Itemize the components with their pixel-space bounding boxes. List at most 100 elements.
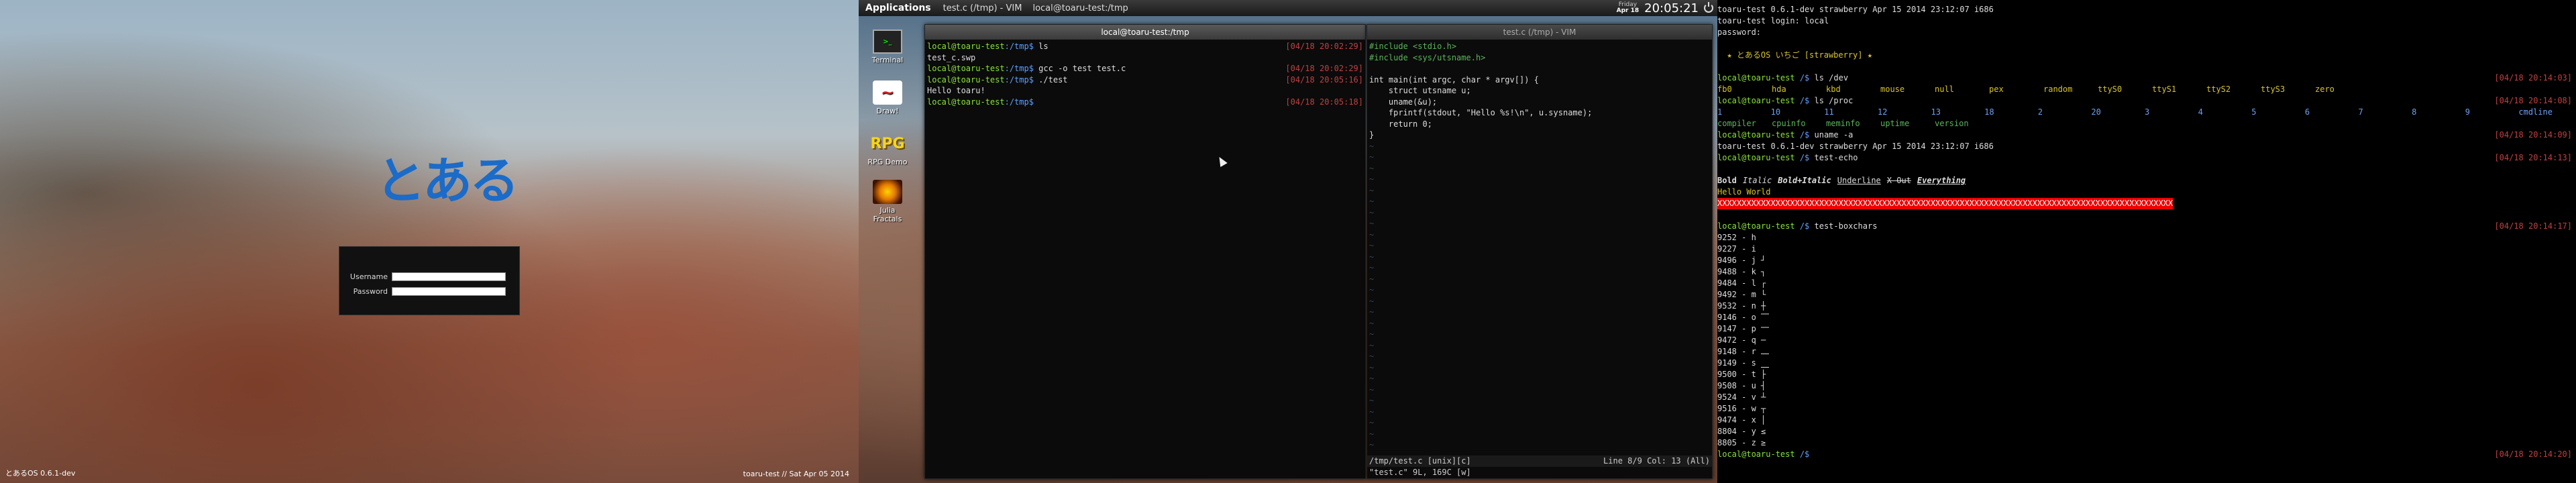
draw-icon: ~ [873,80,902,105]
password-input[interactable] [392,286,506,296]
vim-tilde: ~ [1369,407,1375,417]
styled-text: Everything [1917,176,1966,185]
desktop-icon-julia[interactable]: Julia Fractals [867,180,908,223]
console-line: compiler cpuinfo meminfo uptime version [1717,118,2576,129]
vim-line-text: fprintf(stdout, "Hello %s!\n", u.sysname… [1369,108,1593,117]
taskbar-item-terminal[interactable]: local@toaru-test:/tmp [1027,3,1133,13]
applications-menu-button[interactable]: Applications [859,0,938,16]
vim-line [1369,63,1710,74]
desktop-icon-rpg[interactable]: RPG RPG Demo [867,131,908,167]
serial-console[interactable]: toaru-test 0.6.1-dev strawberry Apr 15 2… [1717,0,2576,483]
console-entry: random [2043,85,2073,94]
terminal-line-text: test_c.swp [927,52,975,64]
console-entry: kbd [1826,85,1841,94]
console-entry: pex [1989,85,2004,94]
power-icon[interactable] [1704,2,1713,13]
console-prompt: local@toaru-test /$ test-boxchars [1717,221,1877,232]
desktop-icon-draw[interactable]: ~ Draw! [867,80,908,115]
terminal-line-text: local@toaru-test:/tmp$ ./test [927,74,1068,86]
terminal-titlebar[interactable]: local@toaru-test:/tmp [925,25,1365,40]
taskbar-item-vim[interactable]: test.c (/tmp) - VIM [938,3,1028,13]
console-line: 9500 - t ├ [1717,369,2576,380]
vim-empty-line: ~ [1369,329,1710,340]
username-input[interactable] [392,272,506,281]
toaru-logo: とある [376,152,519,210]
prompt-path: /$ [1794,221,1810,231]
fractal-icon [873,180,902,204]
console-entry: 6 [2304,107,2310,117]
vim-empty-line: ~ [1369,439,1710,451]
terminal-window[interactable]: local@toaru-test:/tmp local@toaru-test:/… [924,24,1366,479]
console-prompt: local@toaru-test /$ uname -a [1717,129,1853,141]
console-entry: fb0 [1717,85,1732,94]
console-line: XXXXXXXXXXXXXXXXXXXXXXXXXXXXXXXXXXXXXXXX… [1717,198,2576,209]
vim-statusline: /tmp/test.c [unix][c] Line 8/9 Col: 13 (… [1367,455,1712,467]
console-entry: cmdline [2518,107,2553,117]
console-output: toaru-test 0.6.1-dev strawberry Apr 15 2… [1717,142,1994,151]
console-entry: ttyS2 [2206,85,2231,94]
boxchar-entry: 9147 - p ⎻ [1717,324,1770,333]
desktop: Applications test.c (/tmp) - VIM local@t… [859,0,1717,483]
vim-buffer[interactable]: #include <stdio.h> #include <sys/utsname.… [1367,40,1712,455]
vim-tilde: ~ [1369,418,1375,427]
vim-line-text: } [1369,130,1375,140]
vim-line: } [1369,129,1710,141]
boxchar-entry: 9508 - u ┤ [1717,381,1766,390]
console-entry: meminfo [1826,119,1860,128]
boxchar-entry: 9532 - n ┼ [1717,301,1766,311]
vim-tilde: ~ [1369,352,1375,361]
vim-tilde: ~ [1369,241,1375,250]
vim-empty-line: ~ [1369,395,1710,407]
vim-empty-line: ~ [1369,307,1710,318]
console-entry: 5 [2251,107,2257,117]
vim-line: return 0; [1369,119,1710,130]
console-prompt: local@toaru-test /$ ls /proc [1717,95,1853,107]
boxchar-entry: 9488 - k ┐ [1717,267,1766,276]
vim-tilde: ~ [1369,429,1375,439]
timestamp: [04/18 20:14:03] [2494,73,2572,83]
boxchar-entry: 9496 - j ┘ [1717,256,1766,265]
prompt-user: local@toaru-test [1717,96,1795,105]
terminal-line: Hello toaru! [927,85,1363,97]
console-entry: 11 [1824,107,1834,117]
vim-tilde: ~ [1369,185,1375,195]
console-line: 9147 - p ⎻ [1717,323,2576,335]
vim-tilde: ~ [1369,207,1375,217]
vim-empty-line: ~ [1369,340,1710,352]
console-entry: 8 [2412,107,2417,117]
vim-titlebar[interactable]: test.c (/tmp) - VIM [1367,25,1712,40]
vim-empty-line: ~ [1369,274,1710,285]
vim-message: "test.c" 9L, 169C [w] [1369,467,1471,477]
password-label: Password [353,286,388,296]
command-text: ls /dev [1809,73,1849,83]
terminal-output[interactable]: local@toaru-test:/tmp$ ls [04/18 20:02:29… [925,40,1365,109]
vim-line: #include <stdio.h> [1369,41,1710,52]
vim-line: int main(int argc, char * argv[]) { [1369,74,1710,86]
prompt-path: /$ [1794,73,1810,83]
vim-tilde: ~ [1369,340,1375,350]
console-entry: version [1935,119,1969,128]
vim-tilde: ~ [1369,285,1375,294]
console-line: Hello World [1717,186,2576,198]
prompt-path: /$ [1794,449,1810,459]
console-line: 9149 - s ⎽ [1717,358,2576,369]
vim-empty-line: ~ [1369,141,1710,152]
vim-empty-line: ~ [1369,407,1710,418]
clock: 20:05:21 [1644,1,1699,15]
command-text: ls [1033,42,1049,51]
command-text: uname -a [1809,130,1854,140]
motd: ★ とあるOS いちご [strawberry] ★ [1717,50,1872,60]
vim-status-file: /tmp/test.c [unix][c] [1369,456,1471,466]
console-line: 9146 - o ⎺ [1717,312,2576,323]
prompt-user: local@toaru-test [1717,221,1795,231]
vim-window[interactable]: test.c (/tmp) - VIM #include <stdio.h> #i… [1366,24,1713,479]
date-short: Apr 18 [1616,7,1640,14]
console-line: 9472 - q ─ [1717,335,2576,346]
vim-tilde: ~ [1369,274,1375,284]
vim-tilde: ~ [1369,197,1375,206]
command-text: gcc -o test test.c [1033,64,1126,73]
desktop-icon-terminal[interactable]: >_ Terminal [867,30,908,64]
vim-tilde: ~ [1369,141,1375,151]
